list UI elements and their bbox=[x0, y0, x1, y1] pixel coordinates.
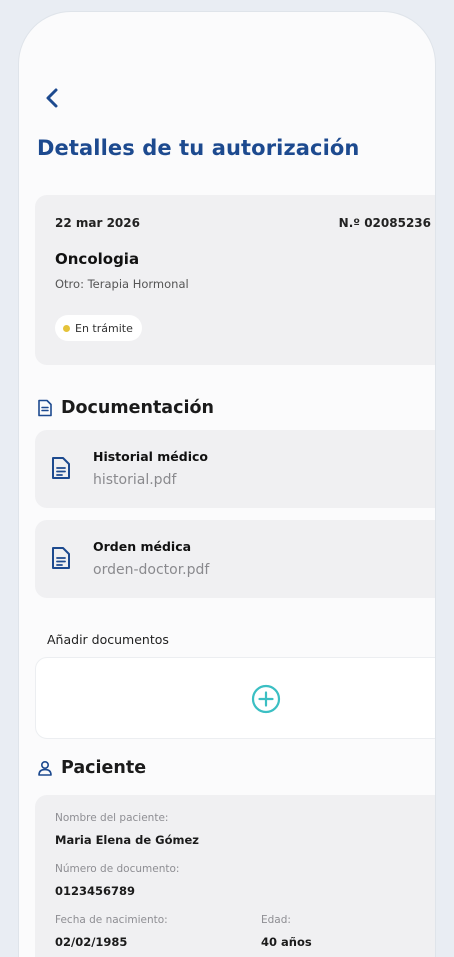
add-document-button[interactable] bbox=[35, 657, 435, 739]
age-label: Edad: bbox=[261, 914, 291, 926]
patient-title: Paciente bbox=[61, 758, 147, 778]
document-title: Orden médica bbox=[93, 539, 192, 554]
document-number: 0123456789 bbox=[55, 884, 136, 898]
authorization-date: 22 mar 2026 bbox=[55, 216, 140, 230]
birth-date-label: Fecha de nacimiento: bbox=[55, 914, 168, 926]
add-documents-label: Añadir documentos bbox=[47, 632, 169, 647]
document-item-orden[interactable]: Orden médica orden-doctor.pdf bbox=[35, 520, 435, 598]
patient-name-label: Nombre del paciente: bbox=[55, 812, 169, 824]
document-icon bbox=[38, 399, 52, 417]
patient-card: Nombre del paciente: Maria Elena de Góme… bbox=[35, 795, 435, 957]
authorization-card: 22 mar 2026 N.º 02085236 Oncologia Otro:… bbox=[35, 195, 435, 365]
file-icon bbox=[52, 547, 70, 569]
patient-heading: Paciente bbox=[37, 758, 146, 778]
document-filename: orden-doctor.pdf bbox=[93, 562, 210, 578]
back-button[interactable] bbox=[39, 84, 67, 112]
document-title: Historial médico bbox=[93, 449, 209, 464]
status-label: En trámite bbox=[75, 321, 133, 335]
plus-circle-icon bbox=[251, 684, 281, 714]
user-icon bbox=[38, 760, 52, 776]
document-number-label: Número de documento: bbox=[55, 863, 180, 875]
authorization-specialty: Oncologia bbox=[55, 250, 140, 268]
age-value: 40 años bbox=[261, 935, 312, 949]
authorization-number: N.º 02085236 bbox=[338, 216, 431, 230]
file-icon bbox=[52, 457, 70, 479]
patient-name: Maria Elena de Gómez bbox=[55, 833, 199, 847]
documentation-heading: Documentación bbox=[37, 398, 214, 418]
chevron-left-icon bbox=[46, 88, 58, 108]
authorization-subtitle: Otro: Terapia Hormonal bbox=[55, 277, 189, 291]
documentation-title: Documentación bbox=[61, 398, 214, 418]
document-filename: historial.pdf bbox=[93, 472, 177, 488]
phone-screen: Detalles de tu autorización 22 mar 2026 … bbox=[19, 12, 435, 957]
page-title: Detalles de tu autorización bbox=[37, 136, 360, 160]
birth-date: 02/02/1985 bbox=[55, 935, 128, 949]
document-item-historial[interactable]: Historial médico historial.pdf bbox=[35, 430, 435, 508]
status-badge: En trámite bbox=[55, 315, 142, 341]
status-dot-icon bbox=[63, 324, 70, 332]
